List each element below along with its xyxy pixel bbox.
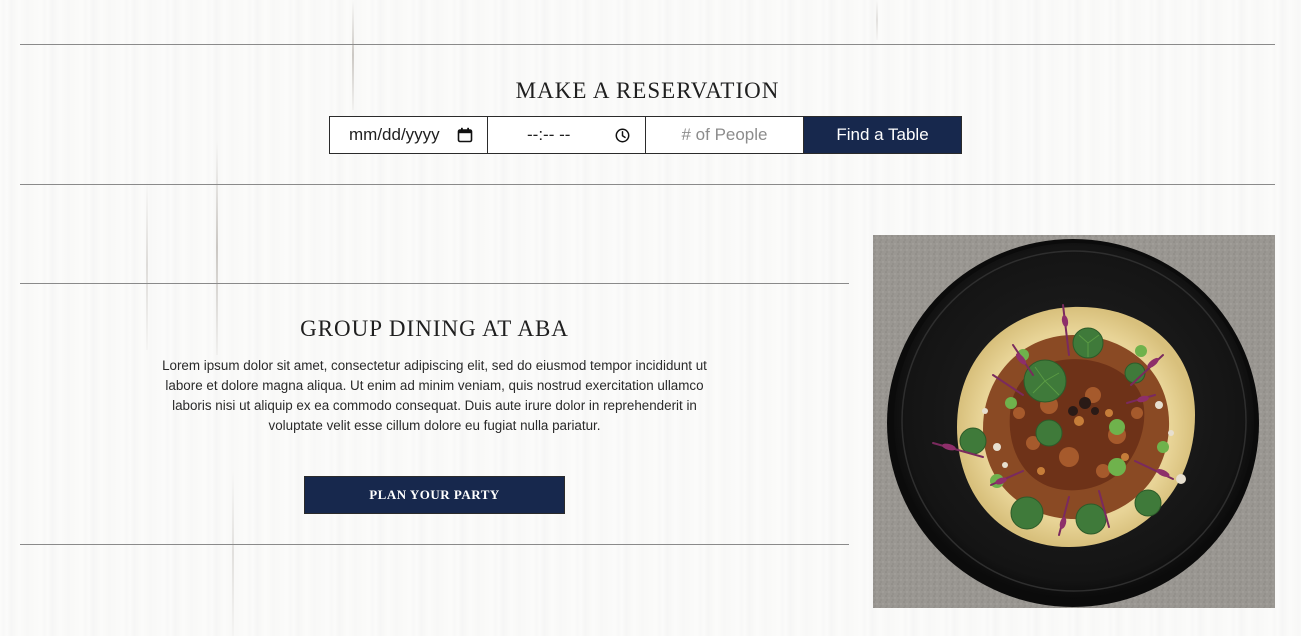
divider	[20, 544, 849, 545]
reservation-title: MAKE A RESERVATION	[515, 78, 780, 103]
people-input[interactable]	[646, 117, 803, 153]
date-input[interactable]: mm/dd/yyyy	[329, 116, 488, 154]
time-input[interactable]: --:-- --	[487, 116, 646, 154]
group-dining-title: GROUP DINING AT ABA	[300, 316, 569, 341]
reservation-form: mm/dd/yyyy --:-- -- Find a T	[329, 116, 962, 154]
page-content: MAKE A RESERVATION mm/dd/yyyy --:-- -- #…	[0, 0, 1301, 636]
group-dining-food-image	[873, 235, 1275, 608]
divider	[20, 283, 849, 284]
clock-icon[interactable]	[615, 128, 630, 148]
find-table-button[interactable]: Find a Table	[803, 116, 962, 154]
plan-party-button[interactable]: PLAN YOUR PARTY	[304, 476, 565, 514]
group-dining-description: Lorem ipsum dolor sit amet, consectetur …	[162, 358, 707, 433]
divider	[20, 184, 1275, 185]
calendar-icon[interactable]	[457, 127, 473, 148]
time-value: --:-- --	[527, 125, 571, 144]
people-field[interactable]	[645, 116, 804, 154]
divider	[20, 44, 1275, 45]
